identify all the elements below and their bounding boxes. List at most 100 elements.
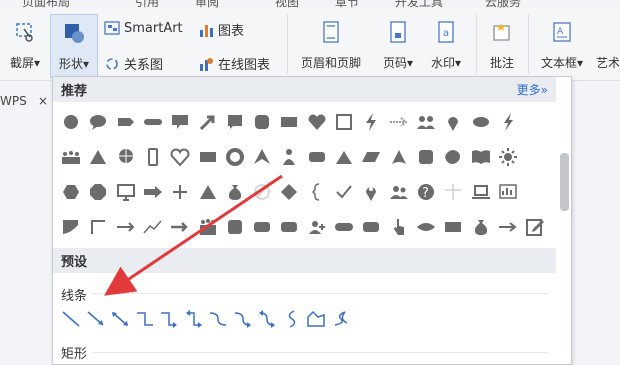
scribble-shape-icon[interactable] [329,307,353,331]
no-symbol-shape-icon[interactable] [250,180,274,204]
arrow-line-shape-icon[interactable] [84,307,108,331]
header-footer-button[interactable]: 页眉和页脚 [292,20,370,71]
location-pin-shape-icon[interactable] [441,110,465,134]
person-shape-icon[interactable] [277,145,301,169]
rounded-rect-shape-icon[interactable] [305,145,329,169]
rect-3-shape-icon[interactable] [441,215,465,239]
rounded-bar-shape-icon[interactable] [141,110,165,134]
add-user-shape-icon[interactable] [305,215,329,239]
tab-page-layout[interactable]: 页面布局 [22,0,70,8]
scrollbar-thumb[interactable] [560,153,569,211]
globe-hand-shape-icon[interactable] [114,145,138,169]
trend-line-shape-icon[interactable] [141,215,165,239]
laptop-shape-icon[interactable] [469,180,493,204]
pill-shape-icon[interactable] [332,215,356,239]
team-shape-icon[interactable] [196,215,220,239]
lightning-2-shape-icon[interactable] [496,110,520,134]
money-bag-shape-icon[interactable] [223,180,247,204]
curve-shape-icon[interactable] [280,307,304,331]
right-arrow-shape-icon[interactable] [114,215,138,239]
rounded-rect-4-shape-icon[interactable] [359,215,383,239]
hexagon-shape-icon[interactable] [59,180,83,204]
relation-chart-button[interactable]: 关系图 [104,54,163,73]
corner-bracket-shape-icon[interactable] [86,215,110,239]
rect-shape-icon[interactable] [277,110,301,134]
monitor-shape-icon[interactable] [114,180,138,204]
freeform-shape-icon[interactable] [304,307,328,331]
people-group-shape-icon[interactable] [414,110,438,134]
chart-board-shape-icon[interactable] [496,180,520,204]
screenshot-button[interactable]: 截屏▾ [4,20,46,71]
quarter-shape-shape-icon[interactable] [59,215,83,239]
callout-square-shape-icon[interactable] [223,110,247,134]
panel-scrollbar[interactable] [560,103,569,363]
sun-shape-icon[interactable] [496,145,520,169]
parallelogram-shape-icon[interactable] [359,145,383,169]
arrow-right-3-shape-icon[interactable] [496,215,520,239]
ellipse-shape-icon[interactable] [469,110,493,134]
book-shape-icon[interactable] [469,145,493,169]
diamond-shape-icon[interactable] [277,180,301,204]
elbow-double-arrow-shape-icon[interactable] [182,307,206,331]
online-chart-button[interactable]: 在线图表 [198,54,270,73]
tab-section[interactable]: 章节 [335,0,359,8]
diagonal-arrow-shape-icon[interactable] [196,110,220,134]
rect-2-shape-icon[interactable] [196,145,220,169]
lightning-shape-icon[interactable] [359,110,383,134]
map-pin-shape-icon[interactable] [359,180,383,204]
rounded-rect-3-shape-icon[interactable] [277,215,301,239]
question-mark-shape-icon[interactable]: ? [414,180,438,204]
dotted-arrow-shape-icon[interactable] [387,110,411,134]
tab-references[interactable]: 引用 [135,0,159,8]
double-arrow-line-shape-icon[interactable] [108,307,132,331]
tab-review[interactable]: 审阅 [195,0,219,8]
textbox-button[interactable]: A 文本框▾ [534,20,590,71]
document-tab[interactable]: WPS × [0,92,52,114]
checkmark-shape-icon[interactable] [332,180,356,204]
heart-shape-icon[interactable] [305,110,329,134]
user-pair-shape-icon[interactable] [387,180,411,204]
tag-shape-icon[interactable] [114,110,138,134]
brace-shape-icon[interactable] [305,180,329,204]
spike-shape-icon[interactable] [387,145,411,169]
hand-pointer-shape-icon[interactable] [387,215,411,239]
more-shapes-link[interactable]: 更多» [517,81,548,98]
phone-shape-icon[interactable] [141,145,165,169]
comment-button[interactable]: 批注 [482,20,522,71]
curved-connector-shape-icon[interactable] [206,307,230,331]
frame-shape-icon[interactable] [332,110,356,134]
tab-developer[interactable]: 开发工具 [395,0,443,8]
callout-rect-shape-icon[interactable] [168,110,192,134]
close-icon[interactable]: × [38,94,48,108]
arrowhead-up-shape-icon[interactable] [250,145,274,169]
chart-button[interactable]: 图表 [198,20,244,39]
heart-outline-shape-icon[interactable] [168,145,192,169]
plus-shape-icon[interactable] [168,180,192,204]
money-bag-2-shape-icon[interactable] [469,215,493,239]
curved-double-arrow-shape-icon[interactable] [255,307,279,331]
edit-note-shape-icon[interactable] [523,215,547,239]
rounded-rect-2-shape-icon[interactable] [250,215,274,239]
elbow-connector-shape-icon[interactable] [133,307,157,331]
octagon-shape-icon[interactable] [86,180,110,204]
rounded-square-2-shape-icon[interactable] [414,145,438,169]
page-number-button[interactable]: 页码▾ [376,20,420,71]
word-art-button[interactable]: 艺术 [596,20,620,71]
donut-shape-icon[interactable] [223,145,247,169]
cross-thin-shape-icon[interactable] [441,180,465,204]
triangle-3-shape-icon[interactable] [196,180,220,204]
line-shape-icon[interactable] [59,307,83,331]
watermark-button[interactable]: a 水印▾ [424,20,468,71]
elbow-arrow-connector-shape-icon[interactable] [157,307,181,331]
speech-bubble-shape-icon[interactable] [86,110,110,134]
circle-shape-icon[interactable] [59,110,83,134]
blob-shape-icon[interactable] [441,145,465,169]
rounded-square-3-shape-icon[interactable] [223,215,247,239]
smartart-button[interactable]: SmartArt [104,20,183,36]
shapes-button[interactable]: 形状▾ [50,14,98,78]
rounded-square-shape-icon[interactable] [250,110,274,134]
tab-cloud[interactable]: 云服务 [485,0,521,8]
tab-view[interactable]: 视图 [275,0,299,8]
lens-shape-icon[interactable] [414,215,438,239]
fast-forward-arrow-shape-icon[interactable] [141,180,165,204]
